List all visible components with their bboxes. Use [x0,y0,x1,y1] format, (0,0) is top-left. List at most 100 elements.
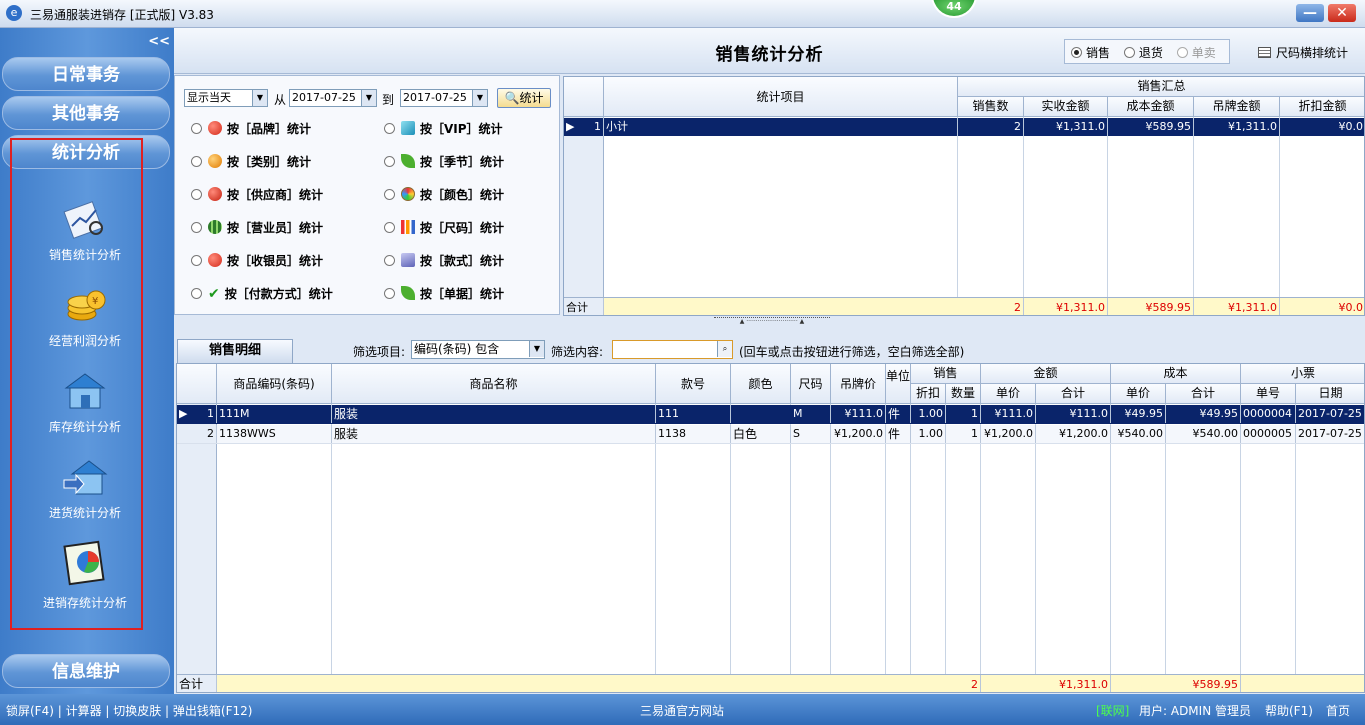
size-horizontal-stats-button[interactable]: 尺码横排统计 [1258,44,1348,61]
sidebar-item-purchase-analysis[interactable]: 进货统计分析 [0,456,170,521]
sidebar-section-info[interactable]: 信息维护 [2,654,170,688]
chevron-down-icon[interactable]: ▼ [252,90,267,106]
header-cost: 成本金额 [1108,97,1194,117]
detail-total-row: 合计 2 ¥1,311.0 ¥589.95 [177,674,1364,692]
option-category[interactable]: 按［类别］统计 [191,153,311,170]
option-supplier[interactable]: 按［供应商］统计 [191,186,323,203]
statistics-button-label: 统计 [519,91,544,105]
panel-splitter[interactable]: ▲ ··························· ▲ [714,317,830,325]
period-select[interactable]: 显示当天 ▼ [184,89,268,107]
option-radio[interactable] [384,189,395,200]
to-date-picker[interactable]: 2017-07-25 ▼ [400,89,488,107]
page-header: 销售统计分析 销售 退货 单卖 尺码横排统计 [174,28,1365,74]
cell-tag-price: ¥111.0 [831,405,886,423]
chevron-down-icon[interactable]: ▼ [529,341,544,357]
from-label: 从 [274,93,287,107]
chevron-down-icon[interactable]: ▼ [361,90,376,106]
filter-item-select[interactable]: 编码(条码) 包含 ▼ [411,340,545,359]
option-color[interactable]: 按［颜色］统计 [384,186,504,203]
sidebar-item-label: 库存统计分析 [48,420,121,434]
option-season[interactable]: 按［季节］统计 [384,153,504,170]
table-row[interactable]: ▶ 1 小计 2 ¥1,311.0 ¥589.95 ¥1,311.0 ¥0.0 [564,118,1364,136]
collapse-sidebar-button[interactable]: << [148,34,170,49]
total-tag: ¥1,311.0 [1194,298,1280,315]
option-radio[interactable] [191,189,202,200]
mode-return-radio[interactable] [1123,47,1135,58]
from-date-picker[interactable]: 2017-07-25 ▼ [289,89,377,107]
option-label: 按［单据］统计 [420,287,505,301]
option-brand[interactable]: 按［品牌］统计 [191,120,311,137]
option-radio[interactable] [384,288,395,299]
header-style: 款号 [656,364,731,404]
option-radio[interactable] [191,156,202,167]
close-button[interactable]: ✕ [1328,4,1356,22]
table-row[interactable]: 2 1138WWS 服装 1138 白色 S ¥1,200.0 件 1.00 1… [177,425,1364,444]
option-document[interactable]: 按［单据］统计 [384,285,504,302]
mode-return-label[interactable]: 退货 [1139,46,1163,60]
total-qty: 2 [946,675,981,692]
sidebar-item-label: 进销存统计分析 [42,596,127,610]
notification-badge[interactable]: 44 [931,0,977,18]
option-cashier[interactable]: 按［收银员］统计 [191,252,323,269]
strawberry-icon [208,187,222,201]
cell-discount: ¥0.0 [1280,118,1364,136]
cell-color: 白色 [731,425,791,443]
sidebar-item-overall-analysis[interactable]: 进销存统计分析 [0,540,170,611]
header-stat-item: 统计项目 [604,77,958,117]
cell-sales-qty: 2 [958,118,1024,136]
option-size[interactable]: 按［尺码］统计 [384,219,504,236]
cell-code: 1138WWS [217,425,332,443]
cell-date: 2017-07-25 [1296,405,1364,423]
cell-receipt-no: 0000004 [1241,405,1296,423]
search-icon[interactable]: ⌕ [717,341,732,357]
mode-sales-radio[interactable] [1071,47,1082,58]
filter-item-value: 编码(条码) 包含 [414,342,500,356]
mode-sales-label[interactable]: 销售 [1086,46,1110,60]
sidebar-section-daily[interactable]: 日常事务 [2,57,170,91]
option-payment[interactable]: ✔ 按［付款方式］统计 [191,285,333,302]
option-style[interactable]: 按［款式］统计 [384,252,504,269]
option-vip[interactable]: 按［VIP］统计 [384,120,503,137]
statistics-button[interactable]: 🔍统计 [497,88,551,108]
header-receipt-no: 单号 [1241,384,1296,404]
orange-icon [208,154,222,168]
cell-qty: 1 [946,425,981,443]
option-radio[interactable] [384,255,395,266]
sidebar-item-inventory-analysis[interactable]: 库存统计分析 [0,370,170,435]
mode-single-label[interactable]: 单卖 [1192,46,1216,60]
status-shortcuts[interactable]: 锁屏(F4) | 计算器 | 切换皮肤 | 弹出钱箱(F12) [6,702,252,719]
official-website-link[interactable]: 三易通官方网站 [640,702,724,719]
option-salesperson[interactable]: 按［营业员］统计 [191,219,323,236]
sidebar-item-profit-analysis[interactable]: ¥ 经营利润分析 [0,284,170,349]
grid-corner [177,364,217,404]
option-radio[interactable] [384,123,395,134]
minimize-button[interactable]: — [1296,4,1324,22]
option-radio[interactable] [384,222,395,233]
apple-icon [208,121,222,135]
header-sale-group: 销售 [911,364,981,384]
cell-date: 2017-07-25 [1296,425,1364,443]
option-label: 按［类别］统计 [227,155,312,169]
sidebar-section-other[interactable]: 其他事务 [2,96,170,130]
table-icon [1258,47,1271,58]
help-link[interactable]: 帮助(F1) [1265,702,1313,719]
cell-size: M [791,405,831,423]
option-radio[interactable] [191,123,202,134]
cell-cost-unit: ¥49.95 [1111,405,1166,423]
sidebar-item-sales-analysis[interactable]: 销售统计分析 [0,198,170,263]
row-number: 2 [177,425,217,443]
filter-content-input[interactable]: ⌕ [612,340,733,359]
option-radio[interactable] [191,288,202,299]
table-row[interactable]: ▶ 1 111M 服装 111 M ¥111.0 件 1.00 1 ¥111.0 … [177,405,1364,424]
sidebar-item-label: 进货统计分析 [48,506,121,520]
total-label: 合计 [564,298,604,315]
mode-single-radio[interactable] [1176,47,1188,58]
home-link[interactable]: 首页 [1326,702,1350,719]
tab-sales-detail[interactable]: 销售明细 [177,339,293,363]
option-radio[interactable] [191,255,202,266]
option-radio[interactable] [191,222,202,233]
app-logo-icon: e [6,5,22,21]
option-radio[interactable] [384,156,395,167]
chevron-down-icon[interactable]: ▼ [472,90,487,106]
cell-tag-price: ¥1,200.0 [831,425,886,443]
